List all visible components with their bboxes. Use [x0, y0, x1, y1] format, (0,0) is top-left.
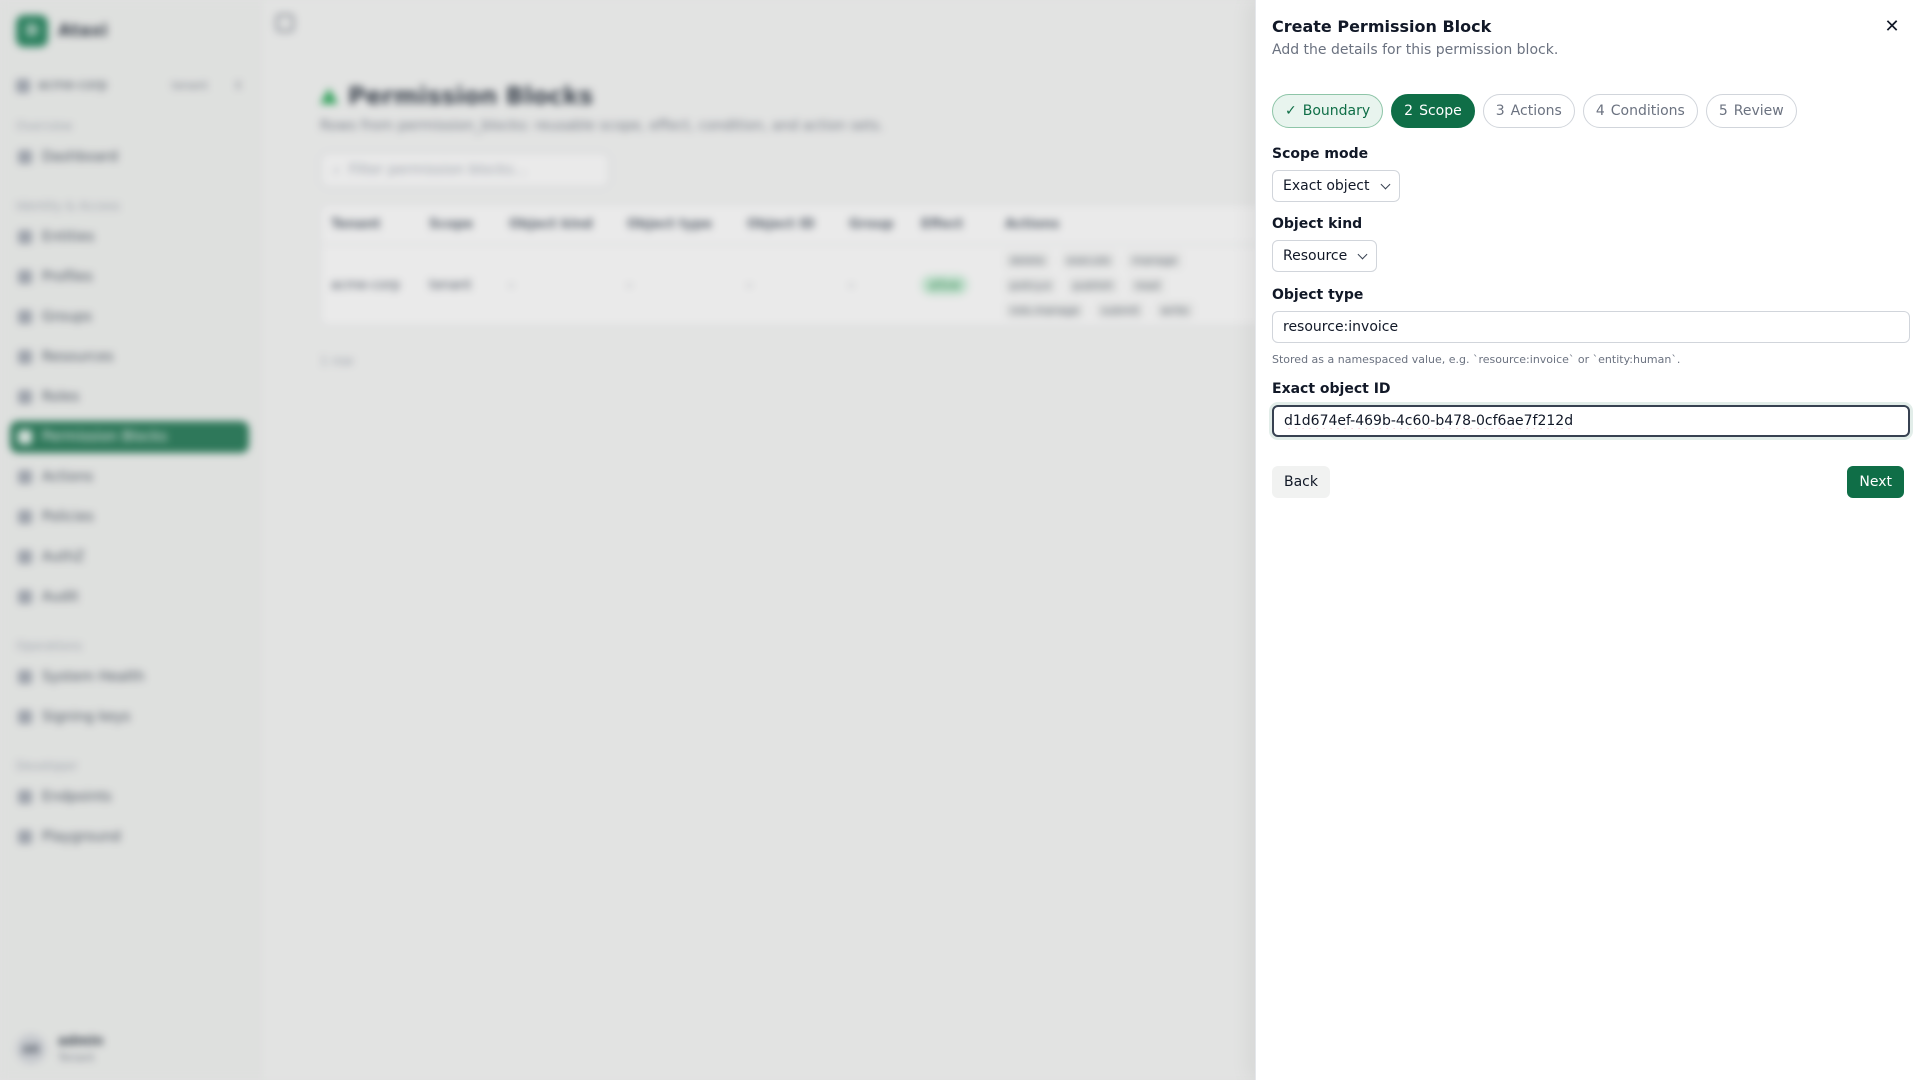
next-button[interactable]: Next	[1847, 466, 1904, 498]
step-label: Boundary	[1302, 103, 1371, 119]
object-type-hint: Stored as a namespaced value, e.g. `reso…	[1272, 353, 1681, 366]
drawer-description: Add the details for this permission bloc…	[1272, 42, 1559, 58]
step-scope[interactable]: 2 Scope	[1391, 94, 1475, 128]
back-button[interactable]: Back	[1272, 466, 1330, 498]
step-label: Scope	[1419, 103, 1462, 119]
object-kind-value: Resource	[1283, 248, 1348, 264]
exact-object-id-label: Exact object ID	[1272, 381, 1391, 397]
object-kind-label: Object kind	[1272, 216, 1363, 232]
step-number: 3	[1495, 103, 1505, 119]
exact-object-id-input[interactable]	[1272, 405, 1910, 437]
step-label: Review	[1733, 103, 1784, 119]
step-number: 4	[1595, 103, 1605, 119]
step-label: Conditions	[1610, 103, 1685, 119]
object-kind-select[interactable]: Resource	[1272, 240, 1378, 272]
create-permission-block-drawer: Create Permission Block Add the details …	[1255, 0, 1920, 1080]
object-type-label: Object type	[1272, 287, 1364, 303]
step-number: 5	[1718, 103, 1728, 119]
step-boundary[interactable]: ✓ Boundary	[1272, 94, 1384, 128]
step-review[interactable]: 5 Review	[1705, 94, 1797, 128]
scope-mode-value: Exact object	[1283, 178, 1370, 194]
stepper: ✓ Boundary 2 Scope 3 Actions 4 Condition…	[1272, 94, 1797, 128]
close-button[interactable]: ✕	[1880, 14, 1904, 38]
scope-mode-label: Scope mode	[1272, 146, 1369, 162]
check-icon: ✓	[1285, 103, 1297, 119]
chevron-down-icon	[1357, 249, 1368, 259]
step-actions[interactable]: 3 Actions	[1482, 94, 1575, 128]
close-icon: ✕	[1884, 15, 1900, 37]
chevron-down-icon	[1380, 179, 1390, 189]
step-number: 2	[1404, 103, 1414, 119]
object-type-input[interactable]	[1272, 311, 1910, 343]
scope-mode-select[interactable]: Exact object	[1272, 170, 1400, 202]
step-label: Actions	[1510, 103, 1562, 119]
step-conditions[interactable]: 4 Conditions	[1582, 94, 1698, 128]
drawer-title: Create Permission Block	[1272, 17, 1492, 36]
